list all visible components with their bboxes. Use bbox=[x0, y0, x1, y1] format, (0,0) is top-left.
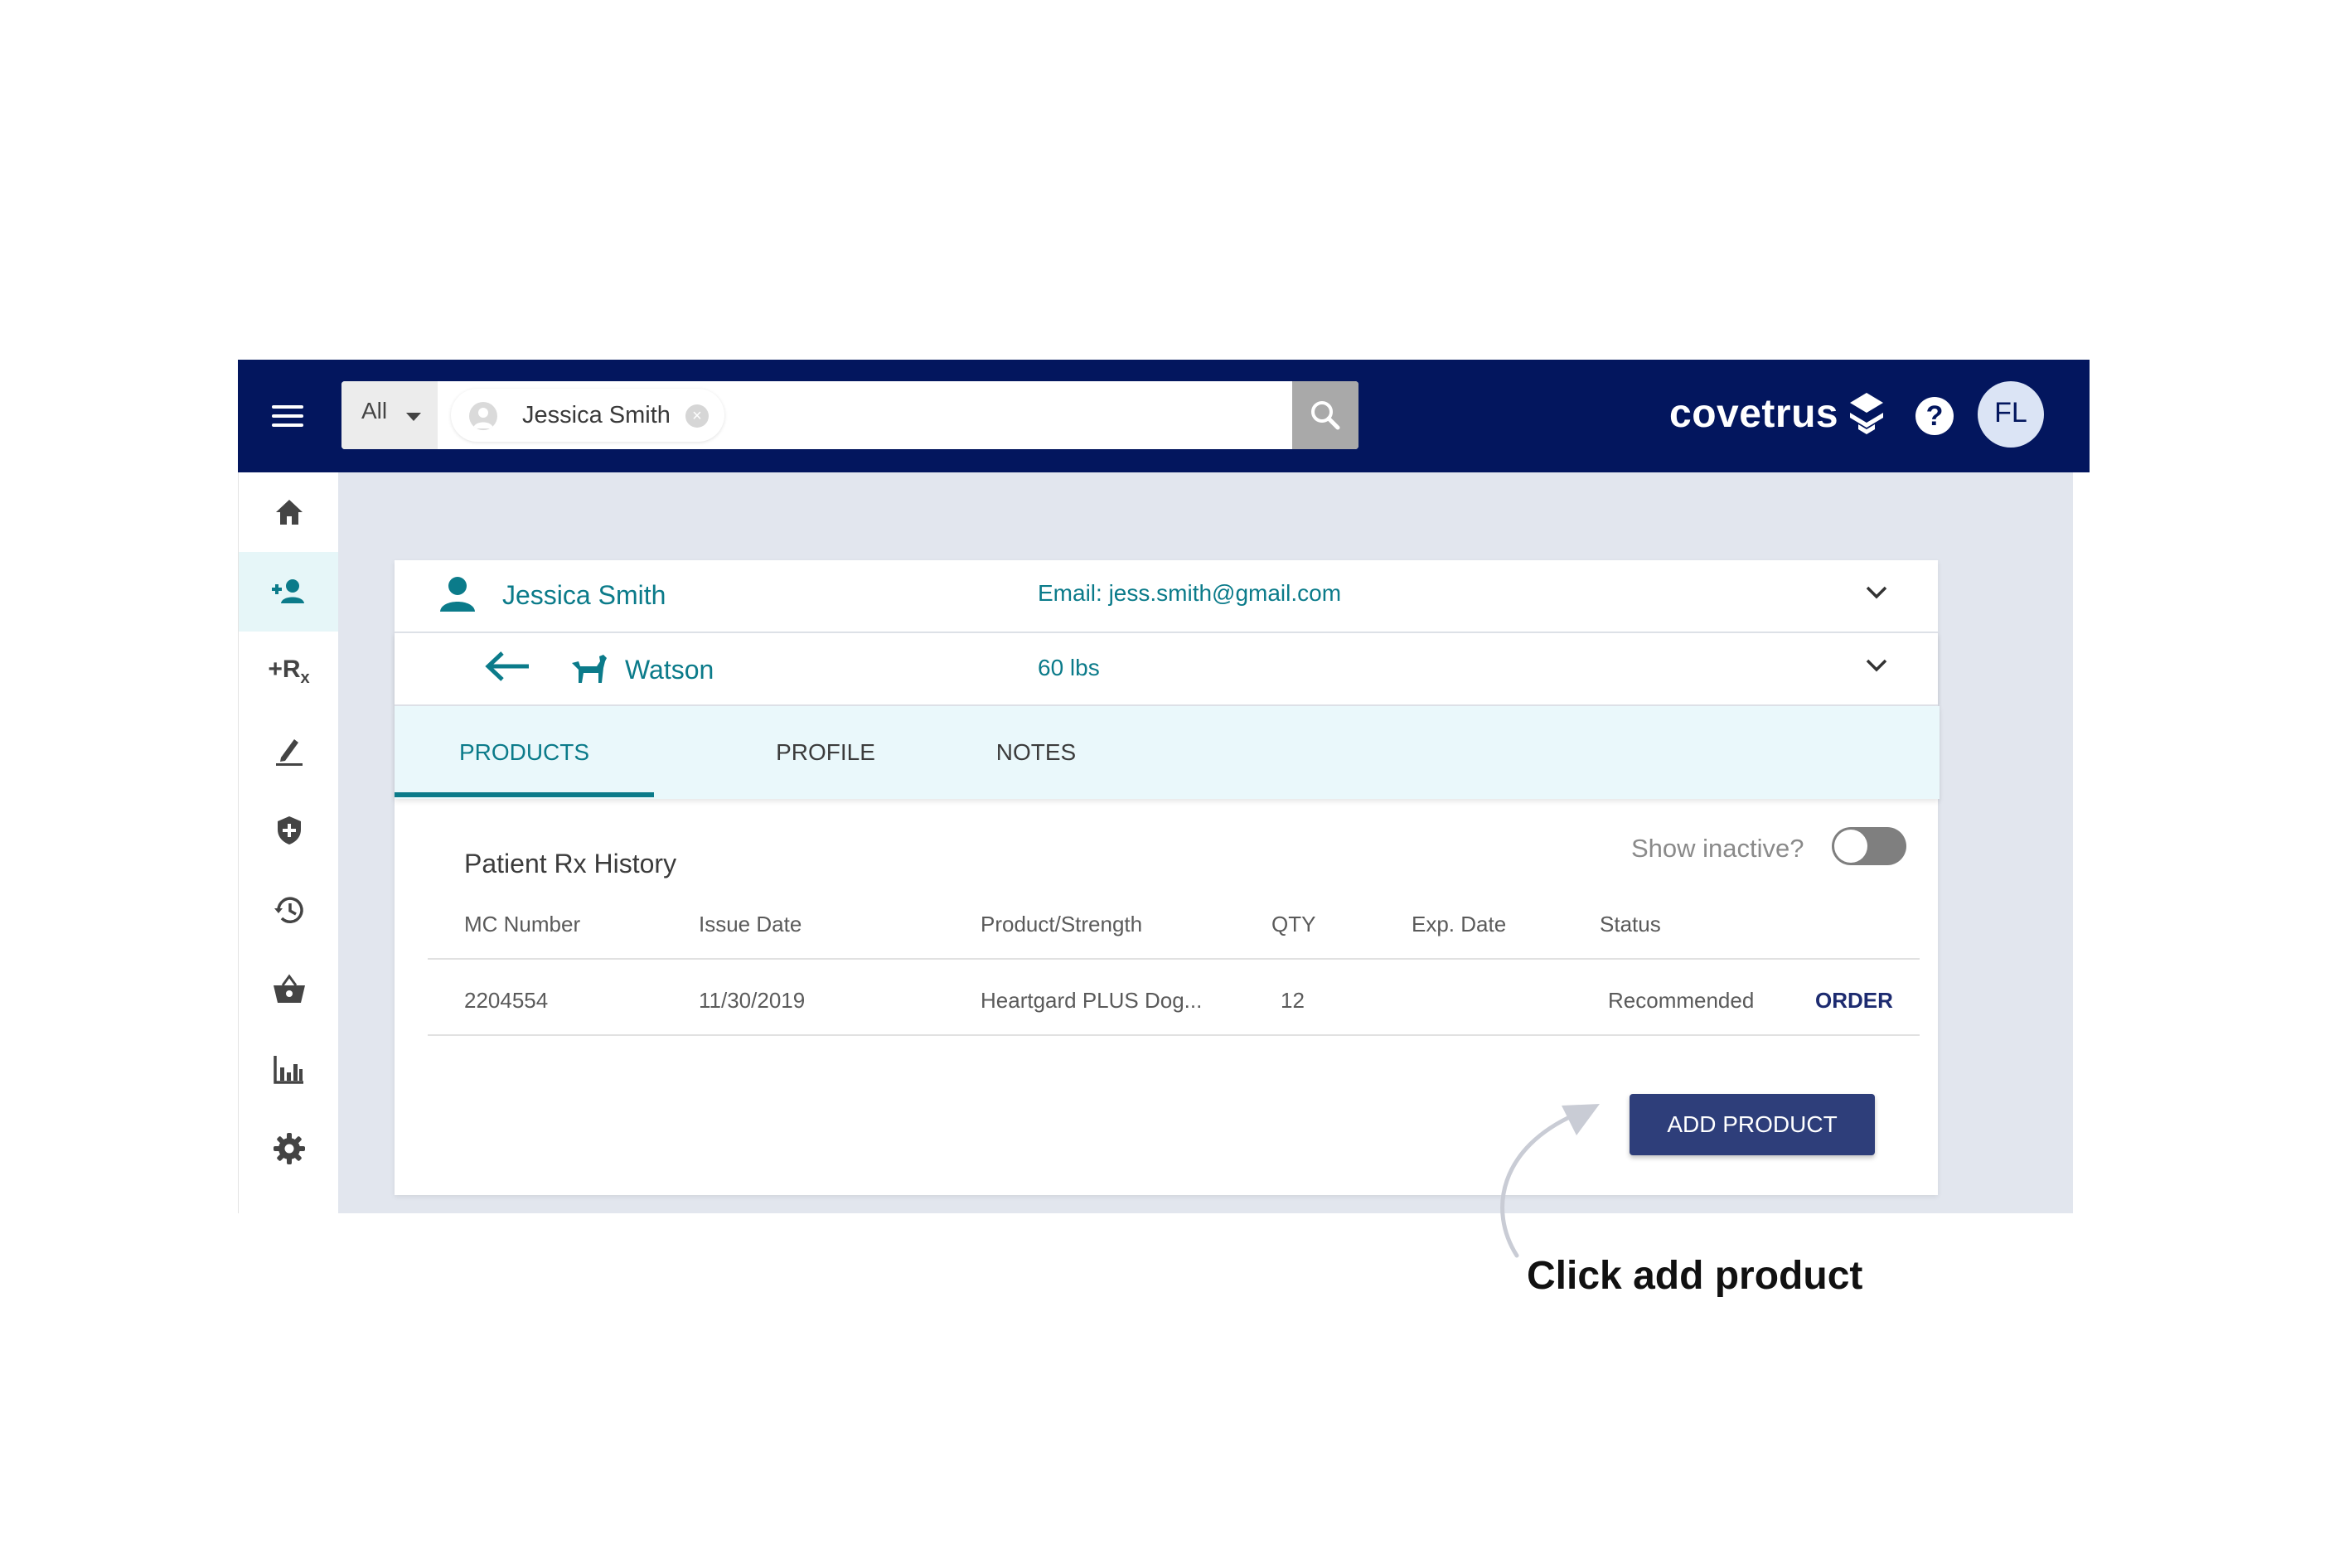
search-chip-label: Jessica Smith bbox=[522, 402, 671, 428]
client-name: Jessica Smith bbox=[502, 580, 666, 610]
search-scope-dropdown[interactable]: All bbox=[341, 381, 438, 449]
add-person-icon bbox=[271, 579, 304, 603]
brand-mark-icon bbox=[1850, 393, 1884, 434]
show-inactive-label: Show inactive? bbox=[1631, 834, 1804, 863]
hamburger-menu-icon[interactable] bbox=[263, 391, 312, 441]
search-bar[interactable]: All Jessica Smith × bbox=[341, 381, 1358, 449]
sidebar-item-basket[interactable] bbox=[239, 950, 339, 1029]
chevron-down-icon[interactable] bbox=[1865, 585, 1888, 600]
sidebar-item-history[interactable] bbox=[239, 870, 339, 950]
basket-icon bbox=[273, 974, 305, 1003]
cell-product: Heartgard PLUS Dog... bbox=[981, 988, 1203, 1013]
column-header-mc-number: MC Number bbox=[464, 912, 581, 936]
client-email: Email: jess.smith@gmail.com bbox=[1038, 580, 1342, 606]
add-product-button[interactable]: ADD PRODUCT bbox=[1630, 1094, 1875, 1155]
patient-weight: 60 lbs bbox=[1038, 655, 1100, 680]
table-divider bbox=[428, 958, 1920, 960]
arrow-left-icon[interactable] bbox=[484, 650, 532, 683]
sidebar-item-add-client[interactable] bbox=[239, 552, 339, 632]
order-link[interactable]: ORDER bbox=[1815, 988, 1893, 1014]
sidebar-item-reports[interactable] bbox=[239, 1029, 339, 1109]
annotation-arrow-icon bbox=[1500, 1104, 1600, 1258]
tab-bar: PRODUCTS PROFILE NOTES bbox=[395, 706, 1940, 799]
person-icon bbox=[440, 577, 475, 612]
cell-status: Recommended bbox=[1608, 988, 1755, 1013]
column-header-exp-date: Exp. Date bbox=[1412, 912, 1507, 936]
user-avatar[interactable]: FL bbox=[1978, 381, 2044, 448]
patient-name: Watson bbox=[625, 655, 714, 685]
chevron-down-icon[interactable] bbox=[1865, 658, 1888, 673]
add-rx-icon: +Rx bbox=[268, 655, 310, 687]
caret-down-icon bbox=[406, 413, 421, 421]
main-content: Jessica Smith Email: jess.smith@gmail.co… bbox=[338, 472, 2073, 1213]
tab-profile[interactable]: PROFILE bbox=[743, 706, 908, 799]
section-title: Patient Rx History bbox=[464, 849, 677, 878]
cell-issue-date: 11/30/2019 bbox=[699, 988, 806, 1013]
search-scope-label: All bbox=[361, 398, 388, 423]
top-bar: All Jessica Smith × covetrus ? FL bbox=[238, 360, 2090, 472]
cell-qty: 12 bbox=[1281, 988, 1305, 1013]
search-chip[interactable]: Jessica Smith × bbox=[451, 389, 724, 442]
shield-plus-icon bbox=[277, 816, 301, 844]
toggle-knob bbox=[1834, 830, 1867, 863]
tab-products[interactable]: PRODUCTS bbox=[395, 706, 654, 799]
person-icon bbox=[469, 402, 497, 430]
bar-chart-icon bbox=[273, 1056, 303, 1084]
sidebar-item-edit[interactable] bbox=[239, 711, 339, 791]
column-header-qty: QTY bbox=[1271, 912, 1316, 936]
home-icon bbox=[275, 500, 303, 525]
sidebar-item-protection[interactable] bbox=[239, 791, 339, 870]
column-header-status: Status bbox=[1600, 912, 1661, 936]
brand-logo: covetrus bbox=[1669, 385, 1886, 443]
sidebar-item-settings[interactable] bbox=[239, 1109, 339, 1188]
active-tab-indicator bbox=[395, 792, 654, 797]
search-button[interactable] bbox=[1292, 381, 1358, 449]
close-icon[interactable]: × bbox=[685, 404, 709, 428]
help-button[interactable]: ? bbox=[1915, 397, 1954, 435]
dog-icon bbox=[572, 655, 607, 683]
gear-icon bbox=[273, 1133, 305, 1164]
column-header-issue-date: Issue Date bbox=[699, 912, 802, 936]
pencil-icon bbox=[275, 739, 303, 766]
annotation-label: Click add product bbox=[1527, 1254, 1863, 1298]
patient-row[interactable]: Watson 60 lbs bbox=[395, 633, 1938, 706]
show-inactive-toggle[interactable] bbox=[1832, 827, 1906, 865]
app-window: All Jessica Smith × covetrus ? FL +Rx Je… bbox=[238, 360, 2090, 1213]
sidebar-item-home[interactable] bbox=[239, 472, 339, 552]
patient-card: Jessica Smith Email: jess.smith@gmail.co… bbox=[395, 560, 1940, 1195]
table-divider bbox=[428, 1034, 1920, 1036]
tab-notes[interactable]: NOTES bbox=[953, 706, 1119, 799]
history-icon bbox=[274, 897, 303, 923]
sidebar-item-add-rx[interactable]: +Rx bbox=[239, 632, 339, 711]
search-icon bbox=[1311, 401, 1340, 430]
sidebar: +Rx bbox=[238, 472, 339, 1213]
column-header-product: Product/Strength bbox=[981, 912, 1143, 936]
cell-mc-number: 2204554 bbox=[464, 988, 549, 1013]
brand-name: covetrus bbox=[1669, 391, 1839, 436]
client-row[interactable]: Jessica Smith Email: jess.smith@gmail.co… bbox=[395, 560, 1938, 633]
